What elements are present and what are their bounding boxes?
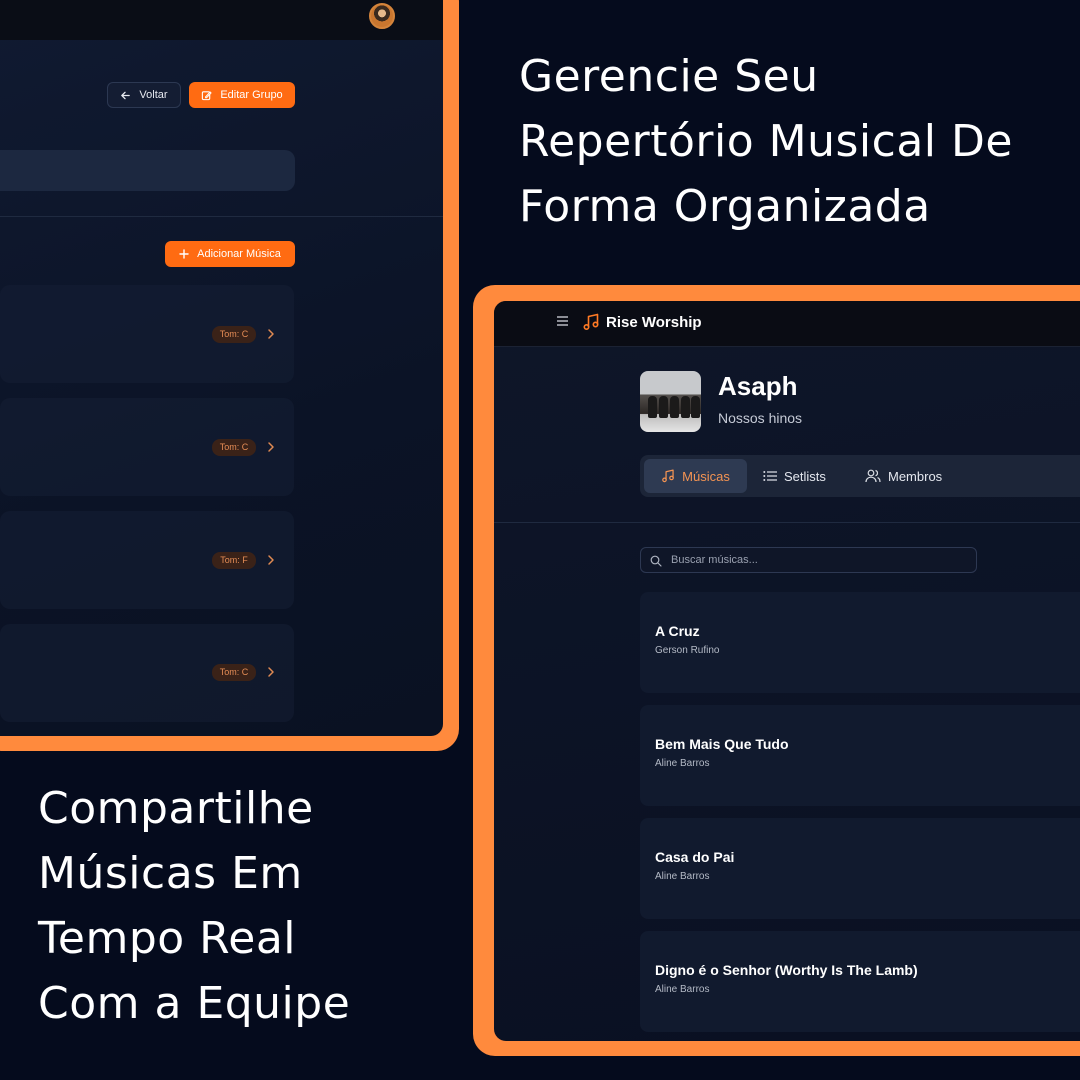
- app-name[interactable]: Rise Worship: [606, 314, 702, 331]
- song-title: Digno é o Senhor (Worthy Is The Lamb): [655, 962, 918, 978]
- list-icon: [763, 471, 777, 481]
- edit-icon: [202, 90, 212, 100]
- song-artist: Gerson Rufino: [655, 645, 720, 656]
- group-detail-screen: Voltar Editar Grupo Adicionar Música Tom…: [0, 0, 443, 736]
- headline-bottom-line: Músicas Em: [38, 848, 303, 899]
- song-row[interactable]: Tom: F: [0, 511, 294, 609]
- song-title: Casa do Pai: [655, 849, 735, 865]
- hamburger-menu-icon[interactable]: [557, 316, 568, 326]
- edit-group-label: Editar Grupo: [220, 89, 283, 101]
- search-input[interactable]: [667, 548, 975, 572]
- tab-label: Músicas: [682, 468, 730, 484]
- song-item[interactable]: A Cruz Gerson Rufino: [640, 592, 1080, 693]
- arrow-left-icon: [121, 91, 131, 99]
- back-button[interactable]: Voltar: [107, 82, 181, 108]
- headline-top-line: Gerencie Seu: [519, 51, 819, 102]
- chevron-right-icon: [268, 442, 274, 452]
- key-badge: Tom: C: [212, 664, 256, 681]
- song-row[interactable]: Tom: C: [0, 398, 294, 496]
- group-description: Nossos hinos: [718, 410, 803, 426]
- divider: [494, 522, 1080, 523]
- chevron-right-icon: [268, 555, 274, 565]
- avatar[interactable]: [369, 3, 395, 29]
- headline-bottom-line: Compartilhe: [38, 783, 314, 834]
- headline-top: Gerencie Seu Repertório Musical De Forma…: [519, 44, 1013, 239]
- back-button-label: Voltar: [139, 89, 168, 101]
- search-icon: [650, 555, 662, 567]
- song-title: A Cruz: [655, 623, 700, 639]
- music-note-icon: [662, 469, 674, 483]
- song-item[interactable]: Casa do Pai Aline Barros: [640, 818, 1080, 919]
- top-bar: [0, 0, 443, 40]
- tab-label: Membros: [888, 468, 943, 484]
- group-songs-screen: Rise Worship Asaph Nossos hinos Músicas …: [494, 301, 1080, 1041]
- song-title: Bem Mais Que Tudo: [655, 736, 789, 752]
- headline-bottom: Compartilhe Músicas Em Tempo Real Com a …: [38, 776, 350, 1036]
- key-badge: Tom: F: [212, 552, 256, 569]
- add-song-button[interactable]: Adicionar Música: [165, 241, 295, 267]
- add-song-label: Adicionar Música: [197, 248, 281, 260]
- headline-top-line: Forma Organizada: [519, 181, 931, 232]
- song-row[interactable]: Tom: C: [0, 624, 294, 722]
- plus-icon: [179, 249, 189, 259]
- tabs-bar: Músicas Setlists Membros: [640, 455, 1080, 497]
- song-item[interactable]: Digno é o Senhor (Worthy Is The Lamb) Al…: [640, 931, 1080, 1032]
- headline-bottom-line: Tempo Real: [38, 913, 297, 964]
- users-icon: [865, 469, 881, 483]
- song-artist: Aline Barros: [655, 871, 710, 882]
- app-header: Rise Worship: [494, 301, 1080, 347]
- group-name: Asaph: [718, 371, 798, 401]
- tab-membros[interactable]: Membros: [865, 459, 965, 493]
- group-photo: [640, 371, 701, 432]
- song-artist: Aline Barros: [655, 758, 710, 769]
- headline-top-line: Repertório Musical De: [519, 116, 1013, 167]
- music-note-icon: [583, 313, 599, 331]
- left-search-bar[interactable]: [0, 150, 295, 191]
- edit-group-button[interactable]: Editar Grupo: [189, 82, 295, 108]
- key-badge: Tom: C: [212, 326, 256, 343]
- tab-setlists[interactable]: Setlists: [763, 459, 853, 493]
- song-item[interactable]: Bem Mais Que Tudo Aline Barros: [640, 705, 1080, 806]
- tab-label: Setlists: [784, 468, 826, 484]
- headline-bottom-line: Com a Equipe: [38, 978, 351, 1029]
- chevron-right-icon: [268, 329, 274, 339]
- divider: [0, 216, 443, 217]
- search-box: [640, 547, 977, 573]
- key-badge: Tom: C: [212, 439, 256, 456]
- song-row[interactable]: Tom: C: [0, 285, 294, 383]
- song-artist: Aline Barros: [655, 984, 710, 995]
- tab-musicas[interactable]: Músicas: [644, 459, 747, 493]
- chevron-right-icon: [268, 667, 274, 677]
